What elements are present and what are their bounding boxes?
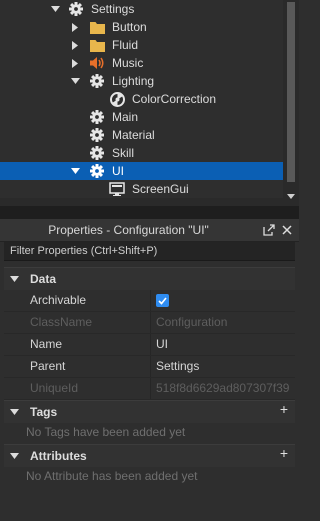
tree-item-label: Music (112, 56, 144, 70)
tree-item-main[interactable]: Main (0, 108, 283, 126)
tree-item-label: Fluid (112, 38, 139, 52)
folder-icon (89, 37, 105, 53)
column-separator (150, 378, 151, 399)
add-tag-plus-icon[interactable]: + (277, 402, 291, 416)
expanded-arrow-icon[interactable] (70, 162, 80, 180)
properties-panel: Properties - Configuration "UI" Filter P… (0, 219, 299, 521)
tree-item-label: ScreenGui (132, 182, 189, 196)
scroll-down-arrow-icon[interactable] (286, 192, 296, 200)
gear-icon (68, 1, 84, 17)
tree-item-button[interactable]: Button (0, 18, 283, 36)
tree-item-material[interactable]: Material (0, 126, 283, 144)
color-correction-icon (109, 91, 125, 107)
tree-item-lighting[interactable]: Lighting (0, 72, 283, 90)
properties-titlebar: Properties - Configuration "UI" (0, 219, 299, 242)
tree-item-label: UI (112, 164, 124, 178)
collapsed-arrow-icon[interactable] (70, 18, 80, 36)
section-attributes[interactable]: Attributes + (4, 444, 295, 467)
section-data[interactable]: Data (4, 267, 295, 290)
section-title: Attributes (30, 449, 87, 463)
expanded-arrow-icon[interactable] (10, 445, 19, 467)
property-name: Parent (30, 359, 66, 373)
filter-placeholder: Filter Properties (Ctrl+Shift+P) (10, 245, 158, 257)
property-row-classname: ClassName Configuration (4, 312, 295, 334)
section-title: Data (30, 272, 57, 286)
property-row-archivable[interactable]: Archivable (4, 290, 295, 312)
gear-icon (89, 163, 105, 179)
section-title: Tags (30, 405, 58, 419)
tree-item-fluid[interactable]: Fluid (0, 36, 283, 54)
gear-icon (89, 109, 105, 125)
property-name: ClassName (30, 315, 93, 329)
expanded-arrow-icon[interactable] (10, 401, 19, 423)
property-row-parent[interactable]: Parent Settings (4, 356, 295, 378)
sound-icon (89, 55, 105, 71)
collapsed-arrow-icon[interactable] (70, 36, 80, 54)
tree-item-label: ColorCorrection (132, 92, 217, 106)
column-separator (150, 356, 151, 377)
gear-icon (89, 127, 105, 143)
tree-item-ui[interactable]: UI (0, 162, 283, 180)
column-separator (150, 334, 151, 355)
column-separator (150, 312, 151, 333)
panel-divider[interactable] (0, 206, 299, 219)
tree-item-label: Main (112, 110, 139, 124)
expanded-arrow-icon[interactable] (50, 0, 60, 18)
tags-empty-message: No Tags have been added yet (26, 425, 186, 439)
screengui-icon (109, 181, 125, 197)
parent-value-field[interactable]: Settings (156, 356, 292, 377)
property-row-name[interactable]: Name UI (4, 334, 295, 356)
collapsed-arrow-icon[interactable] (70, 54, 80, 72)
horizontal-scrollbar[interactable] (0, 198, 283, 206)
tree-item-label: Button (112, 20, 147, 34)
scrollbar-thumb[interactable] (287, 2, 295, 182)
tree-item-music[interactable]: Music (0, 54, 283, 72)
filter-properties-input[interactable]: Filter Properties (Ctrl+Shift+P) (4, 242, 295, 261)
gear-icon (89, 73, 105, 89)
property-name: Name (30, 337, 63, 351)
vertical-scrollbar[interactable] (283, 0, 299, 206)
undock-icon[interactable] (261, 222, 277, 238)
property-name: Archivable (30, 293, 87, 307)
tree-item-screengui[interactable]: ScreenGui (0, 180, 283, 198)
property-name: UniqueId (30, 381, 79, 395)
gear-icon (89, 145, 105, 161)
close-icon[interactable] (279, 222, 295, 238)
expanded-arrow-icon[interactable] (10, 268, 19, 290)
tree-item-label: Lighting (112, 74, 155, 88)
tree-item-settings[interactable]: Settings (0, 0, 283, 18)
tree-item-label: Settings (91, 2, 135, 16)
attributes-empty-message: No Attribute has been added yet (26, 469, 198, 483)
archivable-checkbox[interactable] (156, 294, 169, 307)
tree-item-label: Skill (112, 146, 135, 160)
section-tags[interactable]: Tags + (4, 400, 295, 423)
tree-item-colorcorrection[interactable]: ColorCorrection (0, 90, 283, 108)
properties-title: Properties - Configuration "UI" (48, 223, 209, 237)
tree-item-label: Material (112, 128, 155, 142)
folder-icon (89, 19, 105, 35)
explorer-panel: Settings Button Fluid Music Lighting Col… (0, 0, 299, 206)
add-attribute-plus-icon[interactable]: + (277, 446, 291, 460)
tree-item-skill[interactable]: Skill (0, 144, 283, 162)
name-value-field[interactable]: UI (156, 334, 292, 355)
property-value: Configuration (156, 315, 228, 329)
expanded-arrow-icon[interactable] (70, 72, 80, 90)
property-row-uniqueid: UniqueId 518f8d6629ad807307f39 (4, 378, 295, 400)
column-separator (150, 290, 151, 311)
property-value: 518f8d6629ad807307f39 (156, 381, 290, 395)
